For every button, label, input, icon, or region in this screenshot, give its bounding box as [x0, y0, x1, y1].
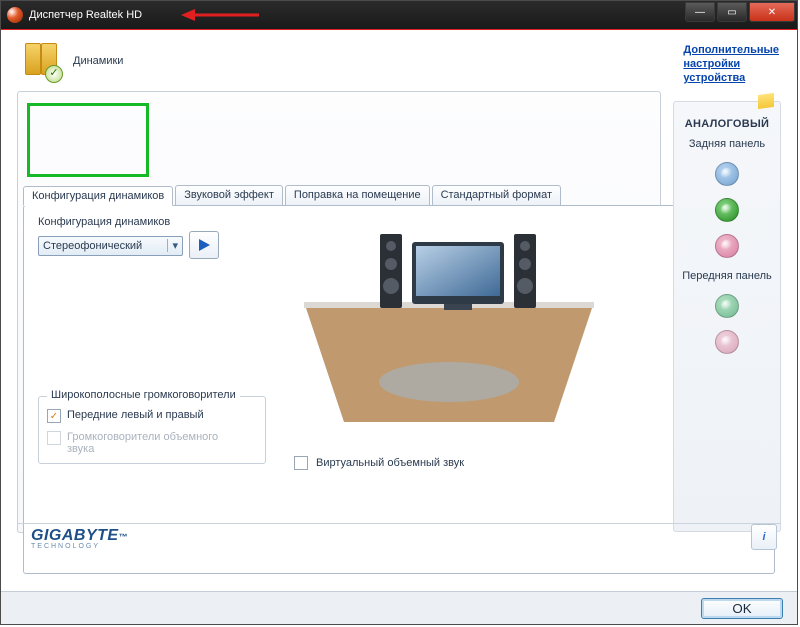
client-area: ✓ Динамики Дополнительные настройки устр… [9, 35, 789, 588]
virtual-surround-label: Виртуальный объемный звук [316, 457, 464, 469]
chevron-down-icon: ▾ [167, 239, 178, 252]
surround-label: Громкоговорители объемногозвука [67, 431, 218, 455]
vendor-brand: GIGABYTE™ TECHNOLOGY [31, 527, 128, 550]
advanced-settings-link[interactable]: Дополнительные настройки устройства [683, 43, 779, 85]
divider [17, 523, 781, 524]
window-title: Диспетчер Realtek HD [29, 9, 142, 21]
device-header: ✓ Динамики [23, 41, 123, 81]
close-button[interactable]: ✕ [749, 2, 795, 22]
front-lr-label: Передние левый и правый [67, 409, 204, 421]
titlebar: Диспетчер Realtek HD — ▭ ✕ [1, 1, 797, 29]
surround-checkbox [47, 431, 61, 445]
speaker-config-value: Стереофонический [43, 240, 142, 252]
jack-front-green[interactable] [715, 294, 739, 318]
virtual-surround-checkbox[interactable] [294, 456, 308, 470]
speaker-config-select[interactable]: Стереофонический ▾ [38, 236, 183, 256]
app-icon [7, 7, 23, 23]
rear-panel-label: Задняя панель [678, 138, 776, 150]
play-test-button[interactable] [189, 231, 219, 259]
jack-rear-pink[interactable] [715, 234, 739, 258]
maximize-button[interactable]: ▭ [717, 2, 747, 22]
tab-room-correction[interactable]: Поправка на помещение [285, 185, 430, 205]
jack-front-pink[interactable] [715, 330, 739, 354]
front-panel-label: Передняя панель [678, 270, 776, 282]
analog-panel: АНАЛОГОВЫЙ Задняя панель Передняя панель [673, 101, 781, 532]
analog-heading: АНАЛОГОВЫЙ [678, 118, 776, 130]
info-button[interactable]: i [751, 524, 777, 550]
fullrange-fieldset: Широкополосные громкоговорители ✓ Передн… [38, 396, 266, 464]
tab-default-format[interactable]: Стандартный формат [432, 185, 561, 205]
flag-icon [758, 93, 774, 109]
device-name: Динамики [73, 55, 123, 67]
tab-sound-effect[interactable]: Звуковой эффект [175, 185, 283, 205]
annotation-arrow [181, 5, 261, 25]
footer: OK [1, 591, 797, 624]
speaker-layout-scene [284, 212, 614, 432]
ok-button[interactable]: OK [701, 598, 783, 619]
speaker-config-label: Конфигурация динамиков [38, 216, 219, 228]
minimize-button[interactable]: — [685, 2, 715, 22]
fullrange-legend: Широкополосные громкоговорители [47, 389, 240, 401]
jack-rear-blue[interactable] [715, 162, 739, 186]
tab-speaker-config[interactable]: Конфигурация динамиков [23, 186, 173, 206]
front-lr-checkbox[interactable]: ✓ [47, 409, 61, 423]
speakers-icon: ✓ [23, 41, 63, 81]
tab-content: Конфигурация динамиков Стереофонический … [23, 205, 775, 574]
jack-rear-green[interactable] [715, 198, 739, 222]
tabs: Конфигурация динамиков Звуковой эффект П… [23, 185, 561, 205]
app-window: Диспетчер Realtek HD — ▭ ✕ ✓ Динамики До… [0, 0, 798, 625]
